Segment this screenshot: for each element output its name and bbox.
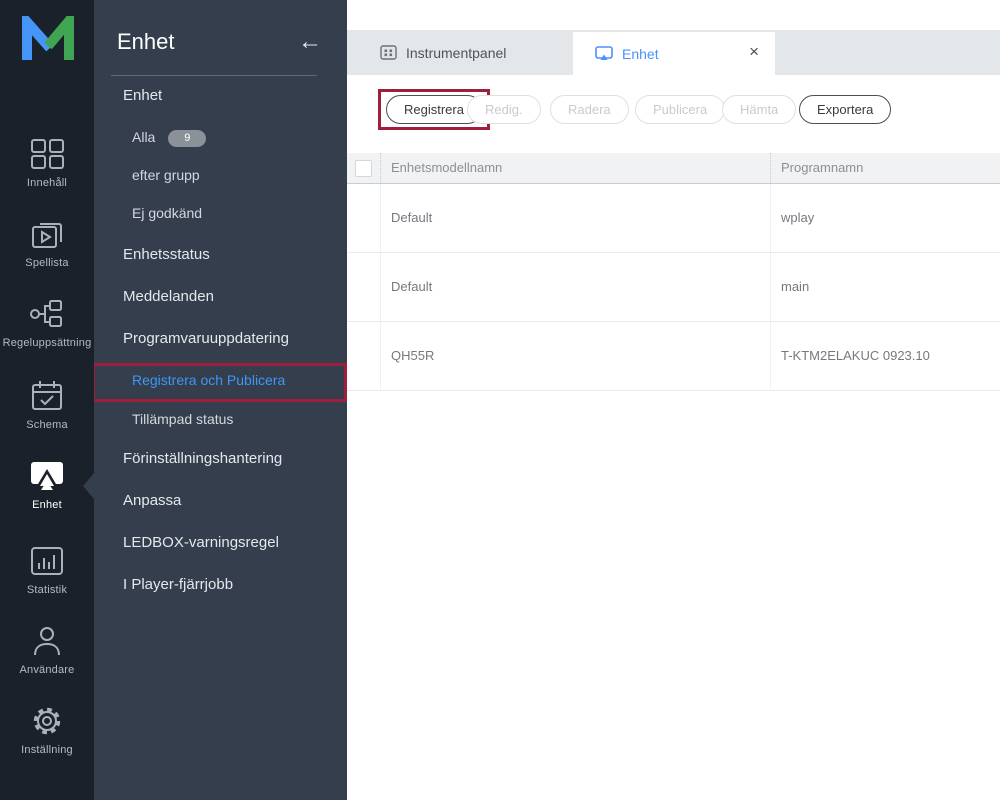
rail-item-label: Regeluppsättning xyxy=(0,337,94,349)
close-icon[interactable]: × xyxy=(749,42,759,62)
hamta-button[interactable]: Hämta xyxy=(722,95,796,124)
row-checkbox-cell xyxy=(347,253,380,321)
cell-programnamn: main xyxy=(770,253,1000,321)
rail-item-settings[interactable]: Inställning xyxy=(0,705,94,756)
sidebar-item-iplayer-fjarrjobb[interactable]: I Player-fjärrjobb xyxy=(123,576,233,593)
sidebar-item-alla[interactable]: Alla 9 xyxy=(132,129,206,147)
table-header-row: Enhetsmodellnamn Programnamn xyxy=(347,153,1000,184)
rail-item-label: Schema xyxy=(0,419,94,431)
app-rail: Innehåll Spellista Regeluppsättning xyxy=(0,0,94,800)
sidebar-title: Enhet xyxy=(117,29,175,55)
sidebar-item-anpassa[interactable]: Anpassa xyxy=(123,492,181,509)
header-checkbox-cell xyxy=(347,153,380,183)
cell-programnamn: wplay xyxy=(770,184,1000,252)
tab-enhet-active[interactable]: Enhet × xyxy=(573,32,775,75)
device-table: Enhetsmodellnamn Programnamn Default wpl… xyxy=(347,153,1000,391)
exportera-button[interactable]: Exportera xyxy=(799,95,891,124)
rail-item-ruleset[interactable]: Regeluppsättning xyxy=(0,298,94,349)
rail-item-label: Spellista xyxy=(0,257,94,269)
collapse-sidebar-icon[interactable]: ← xyxy=(298,30,322,54)
cell-enhetsmodellnamn: Default xyxy=(380,184,770,252)
rail-item-label: Användare xyxy=(0,664,94,676)
sidebar-item-meddelanden[interactable]: Meddelanden xyxy=(123,288,214,305)
tab-label: Enhet xyxy=(622,46,659,62)
device-icon xyxy=(595,46,613,61)
cell-enhetsmodellnamn: Default xyxy=(380,253,770,321)
sidebar-item-tillampad-status[interactable]: Tillämpad status xyxy=(132,411,233,427)
radera-button[interactable]: Radera xyxy=(550,95,629,124)
column-header-programnamn[interactable]: Programnamn xyxy=(770,153,1000,183)
table-row[interactable]: QH55R T-KTM2ELAKUC 0923.10 xyxy=(347,322,1000,391)
cell-programnamn: T-KTM2ELAKUC 0923.10 xyxy=(770,322,1000,390)
sidebar-item-ledbox-varningsregel[interactable]: LEDBOX-varningsregel xyxy=(123,534,279,551)
rail-item-label: Statistik xyxy=(0,584,94,596)
row-checkbox-cell xyxy=(347,322,380,390)
tab-instrumentpanel[interactable]: Instrumentpanel xyxy=(380,30,506,75)
sidebar-item-programvaruuppdatering[interactable]: Programvaruuppdatering xyxy=(123,330,289,347)
sidebar-item-label: Alla xyxy=(132,129,155,145)
table-row[interactable]: Default main xyxy=(347,253,1000,322)
rail-item-content[interactable]: Innehåll xyxy=(0,138,94,189)
tab-label: Instrumentpanel xyxy=(406,45,506,61)
rail-item-users[interactable]: Användare xyxy=(0,625,94,676)
magicinfo-logo[interactable] xyxy=(21,16,75,62)
sidebar-divider xyxy=(111,75,317,76)
cell-enhetsmodellnamn: QH55R xyxy=(380,322,770,390)
user-icon xyxy=(29,625,65,657)
rail-item-label: Enhet xyxy=(0,499,94,511)
sidebar-item-efter-grupp[interactable]: efter grupp xyxy=(132,167,200,183)
rail-item-label: Inställning xyxy=(0,744,94,756)
sidebar-item-forinstallningshantering[interactable]: Förinställningshantering xyxy=(123,450,282,467)
sidebar-item-ej-godkand[interactable]: Ej godkänd xyxy=(132,205,202,221)
selected-item-notch xyxy=(83,473,94,499)
schedule-icon xyxy=(29,380,65,412)
ruleset-icon xyxy=(29,298,65,330)
select-all-checkbox[interactable] xyxy=(355,160,372,177)
table-row[interactable]: Default wplay xyxy=(347,184,1000,253)
row-checkbox-cell xyxy=(347,184,380,252)
tab-bar: Instrumentpanel Enhet × xyxy=(347,30,1000,75)
column-header-enhetsmodellnamn[interactable]: Enhetsmodellnamn xyxy=(380,153,770,183)
device-icon xyxy=(29,460,65,492)
content-grid-icon xyxy=(29,138,65,170)
annotation-box-sidebar xyxy=(92,363,347,402)
statistics-icon xyxy=(29,545,65,577)
sidebar-item-enhetsstatus[interactable]: Enhetsstatus xyxy=(123,246,210,263)
count-badge: 9 xyxy=(168,130,206,147)
playlist-icon xyxy=(29,218,65,250)
publicera-button[interactable]: Publicera xyxy=(635,95,725,124)
rail-item-device[interactable]: Enhet xyxy=(0,460,94,511)
rail-item-statistics[interactable]: Statistik xyxy=(0,545,94,596)
rail-item-schedule[interactable]: Schema xyxy=(0,380,94,431)
main-content: Instrumentpanel Enhet × Registrera Redig… xyxy=(347,0,1000,800)
rail-item-playlist[interactable]: Spellista xyxy=(0,218,94,269)
sidebar-item-enhet[interactable]: Enhet xyxy=(123,87,162,104)
redigera-button[interactable]: Redig. xyxy=(467,95,541,124)
device-sidebar: Enhet ← Enhet Alla 9 efter grupp Ej godkä… xyxy=(94,0,347,800)
settings-icon xyxy=(29,705,65,737)
dashboard-icon xyxy=(380,45,397,60)
rail-item-label: Innehåll xyxy=(0,177,94,189)
